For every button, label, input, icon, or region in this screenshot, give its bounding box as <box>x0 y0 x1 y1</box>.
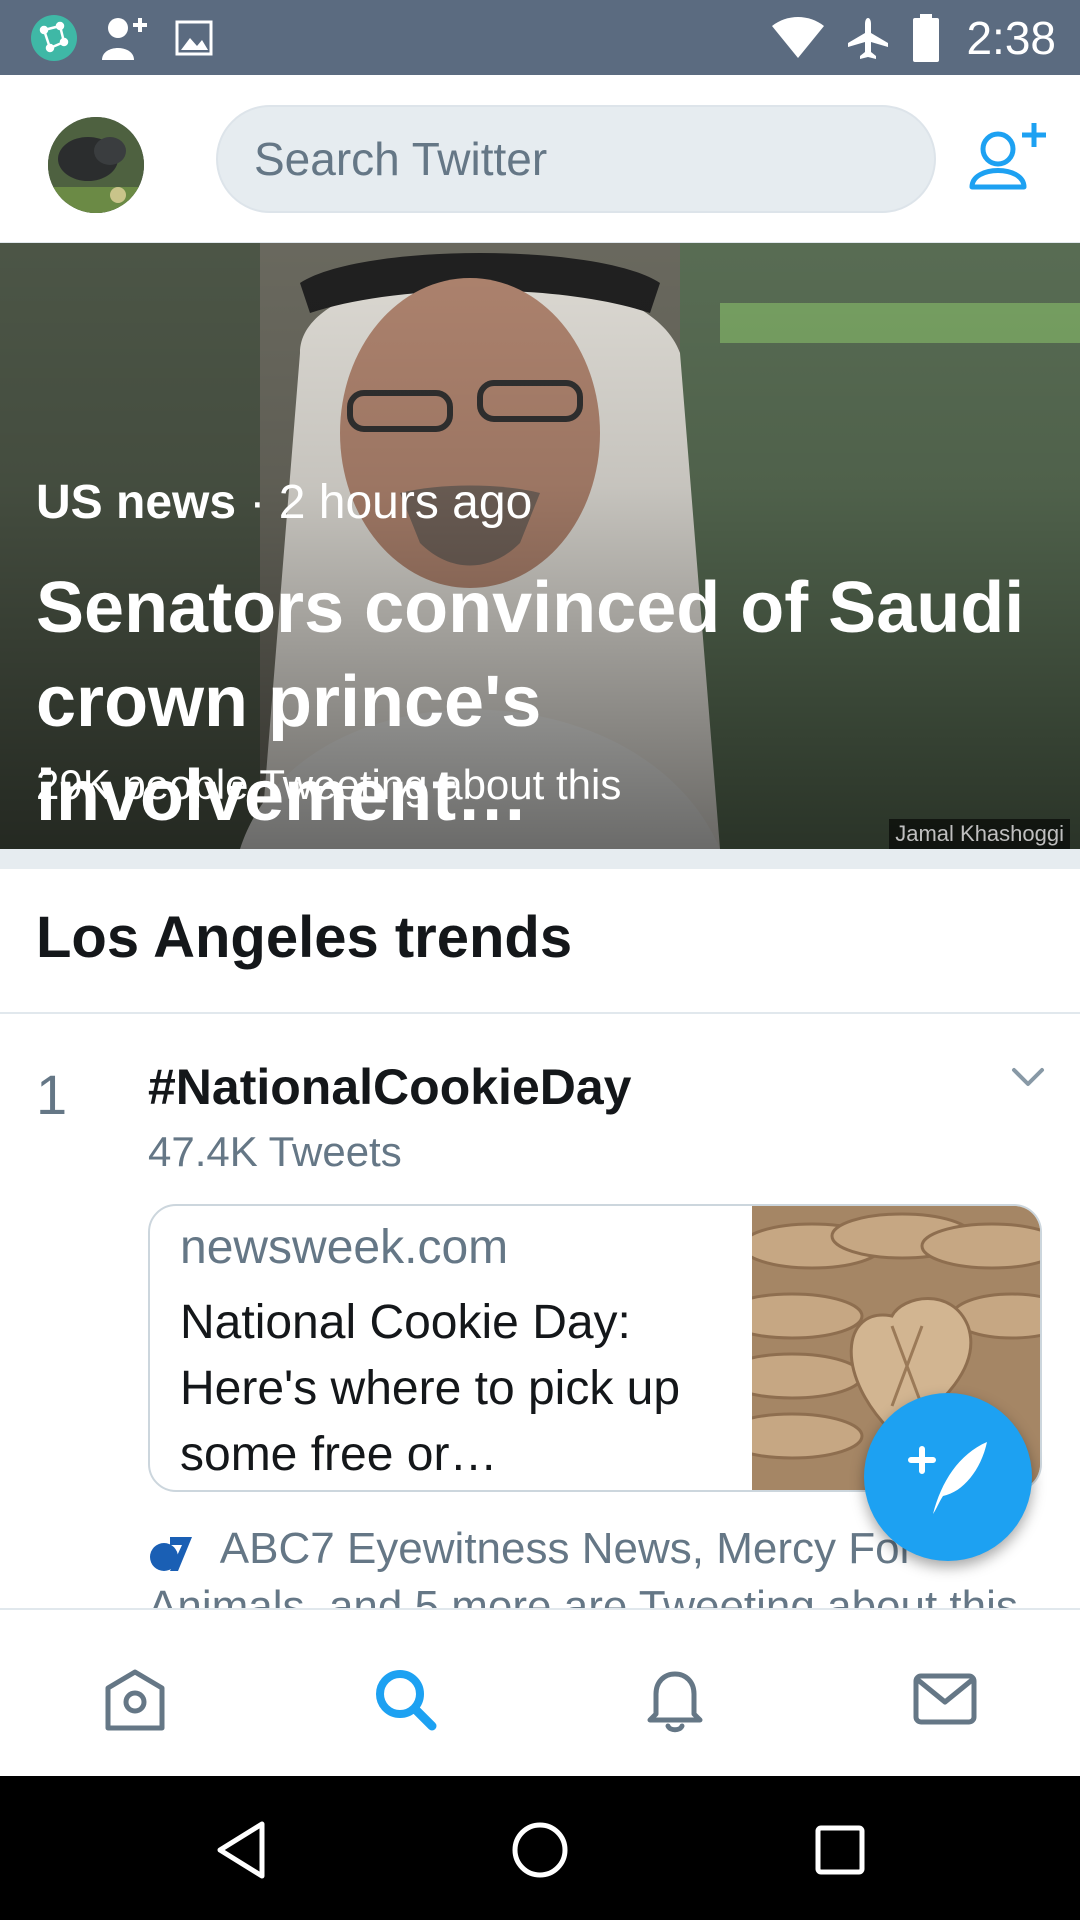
avatar-photo <box>48 117 144 213</box>
system-nav-bar <box>0 1776 1080 1920</box>
hero-topic: US news <box>36 476 237 529</box>
compose-tweet-button[interactable] <box>864 1393 1032 1561</box>
add-user-icon[interactable] <box>968 119 1048 199</box>
home-circle-icon[interactable] <box>508 1818 572 1882</box>
trend-name[interactable]: #NationalCookieDay <box>148 1058 631 1116</box>
airplane-icon <box>848 17 889 59</box>
status-bar: 2:38 <box>0 0 1080 75</box>
trend-tweet-count: 47.4K Tweets <box>148 1128 402 1175</box>
app-network-icon <box>31 14 77 61</box>
search-placeholder: Search Twitter <box>254 133 548 185</box>
status-time: 2:38 <box>966 11 1056 64</box>
app-header: Search Twitter <box>0 75 1080 243</box>
abc7-logo-icon <box>150 1537 192 1572</box>
search-input[interactable]: Search Twitter <box>216 105 936 213</box>
add-contact-icon <box>102 17 147 60</box>
notifications-icon[interactable] <box>640 1664 710 1734</box>
section-divider <box>0 849 1080 869</box>
recents-icon[interactable] <box>808 1818 872 1882</box>
battery-icon <box>913 13 940 62</box>
trend-rank: 1 <box>36 1063 68 1126</box>
hero-meta: US news · 2 hours ago <box>36 475 532 530</box>
search-icon[interactable] <box>370 1664 440 1734</box>
trends-heading: Los Angeles trends <box>36 905 573 970</box>
card-title: National Cookie Day: Here's where to pic… <box>180 1296 681 1481</box>
status-left-icons <box>30 14 214 62</box>
avatar[interactable] <box>48 117 144 213</box>
section-rule <box>0 1012 1080 1014</box>
card-domain: newsweek.com <box>180 1221 509 1274</box>
hero-story[interactable]: US news · 2 hours ago Senators convinced… <box>0 243 1080 849</box>
hero-subtitle: 29K people Tweeting about this <box>36 761 622 808</box>
photo-credit: Jamal Khashoggi <box>889 819 1070 849</box>
social-context-text: ABC7 Eyewitness News, Mercy For Animals,… <box>148 1524 1018 1610</box>
messages-icon[interactable] <box>910 1664 980 1734</box>
compose-quill-icon <box>908 1442 987 1514</box>
image-icon <box>175 20 213 55</box>
status-right-icons: 2:38 <box>772 11 1056 65</box>
bottom-nav <box>0 1608 1080 1776</box>
hero-time: 2 hours ago <box>278 476 533 529</box>
hero-separator: · <box>249 476 279 529</box>
wifi-icon <box>772 16 825 58</box>
home-icon[interactable] <box>100 1664 170 1734</box>
chevron-down-icon[interactable] <box>1010 1060 1046 1096</box>
back-icon[interactable] <box>210 1818 274 1882</box>
